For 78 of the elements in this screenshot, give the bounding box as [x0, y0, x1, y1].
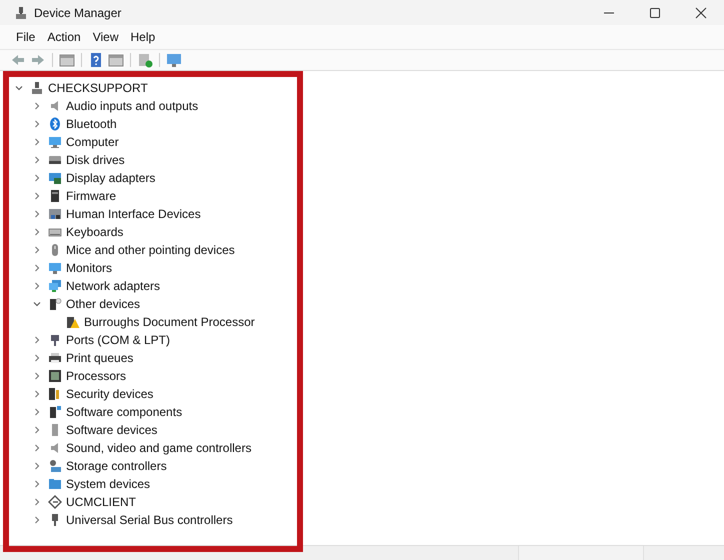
tree-item[interactable]: Mice and other pointing devices [66, 243, 235, 257]
expand-chevron-icon[interactable] [32, 443, 42, 453]
collapse-chevron-icon[interactable] [14, 83, 24, 93]
tree-item[interactable]: Bluetooth [66, 117, 117, 131]
back-arrow-icon[interactable] [10, 52, 26, 68]
expand-chevron-icon[interactable] [32, 101, 42, 111]
expand-chevron-icon[interactable] [32, 425, 42, 435]
tree-item[interactable]: Software components [66, 405, 182, 419]
expand-chevron-icon[interactable] [32, 191, 42, 201]
expand-chevron-icon[interactable] [32, 479, 42, 489]
menu-item[interactable]: Action [41, 28, 87, 46]
expand-chevron-icon[interactable] [32, 281, 42, 291]
tree-item[interactable]: Burroughs Document Processor [84, 315, 255, 329]
expand-chevron-icon[interactable] [32, 209, 42, 219]
window-icon[interactable] [59, 52, 75, 68]
expand-chevron-icon[interactable] [32, 515, 42, 525]
network-icon [48, 279, 62, 293]
window-icon[interactable] [108, 52, 124, 68]
tree-item[interactable]: Display adapters [66, 171, 156, 185]
expand-chevron-icon[interactable] [32, 119, 42, 129]
expand-chevron-icon[interactable] [32, 335, 42, 345]
computer-icon [14, 6, 28, 20]
expand-chevron-icon[interactable] [32, 227, 42, 237]
tree-item[interactable]: Keyboards [66, 225, 124, 239]
menu-item[interactable]: Help [124, 28, 162, 46]
forward-arrow-icon[interactable] [30, 52, 46, 68]
expand-chevron-icon[interactable] [32, 245, 42, 255]
tree-item[interactable]: Firmware [66, 189, 116, 203]
storage-icon [48, 459, 62, 473]
folder-icon [48, 477, 62, 491]
device-icon [48, 297, 62, 311]
tree-item[interactable]: Other devices [66, 297, 140, 311]
device-icon [48, 405, 62, 419]
tree-item[interactable]: Security devices [66, 387, 154, 401]
tree-item[interactable]: Storage controllers [66, 459, 167, 473]
printer-icon [48, 351, 62, 365]
tree-item[interactable]: Universal Serial Bus controllers [66, 513, 233, 527]
menu-item[interactable]: File [10, 28, 42, 46]
computer-icon [30, 81, 44, 95]
expand-chevron-icon[interactable] [32, 353, 42, 363]
window-title: Device Manager [34, 6, 122, 20]
tree-item[interactable]: Network adapters [66, 279, 160, 293]
expand-chevron-icon[interactable] [32, 137, 42, 147]
monitor-icon[interactable] [166, 52, 182, 68]
tree-item[interactable]: Audio inputs and outputs [66, 99, 198, 113]
tree-item[interactable]: Processors [66, 369, 126, 383]
expand-chevron-icon[interactable] [32, 497, 42, 507]
drive-icon [48, 153, 62, 167]
tree-item[interactable]: Sound, video and game controllers [66, 441, 252, 455]
processor-icon [48, 369, 62, 383]
expand-chevron-icon[interactable] [32, 461, 42, 471]
tree-item[interactable]: Disk drives [66, 153, 125, 167]
monitor-icon [48, 261, 62, 275]
tree-item[interactable]: Human Interface Devices [66, 207, 201, 221]
expand-chevron-icon[interactable] [32, 371, 42, 381]
collapse-chevron-icon[interactable] [32, 299, 42, 309]
tree-item[interactable]: CHECKSUPPORT [48, 81, 148, 95]
bluetooth-icon [48, 117, 62, 131]
tree-item[interactable]: Computer [66, 135, 119, 149]
diamond-icon [48, 495, 62, 509]
tree-item[interactable]: Print queues [66, 351, 134, 365]
expand-chevron-icon[interactable] [32, 407, 42, 417]
expand-chevron-icon[interactable] [32, 173, 42, 183]
menu-item[interactable]: View [86, 28, 124, 46]
tree-item[interactable]: System devices [66, 477, 150, 491]
expand-chevron-icon[interactable] [32, 155, 42, 165]
monitor-icon [48, 135, 62, 149]
plug-icon [48, 333, 62, 347]
display-adapter-icon [48, 171, 62, 185]
keyboard-mouse-icon [48, 207, 62, 221]
warning-device-icon [66, 315, 80, 329]
tree-item[interactable]: UCMCLIENT [66, 495, 136, 509]
tree-item[interactable]: Ports (COM & LPT) [66, 333, 170, 347]
expand-chevron-icon[interactable] [32, 389, 42, 399]
expand-chevron-icon[interactable] [32, 263, 42, 273]
tree-item[interactable]: Monitors [66, 261, 112, 275]
tree-item[interactable]: Software devices [66, 423, 158, 437]
help-icon[interactable] [88, 52, 104, 68]
